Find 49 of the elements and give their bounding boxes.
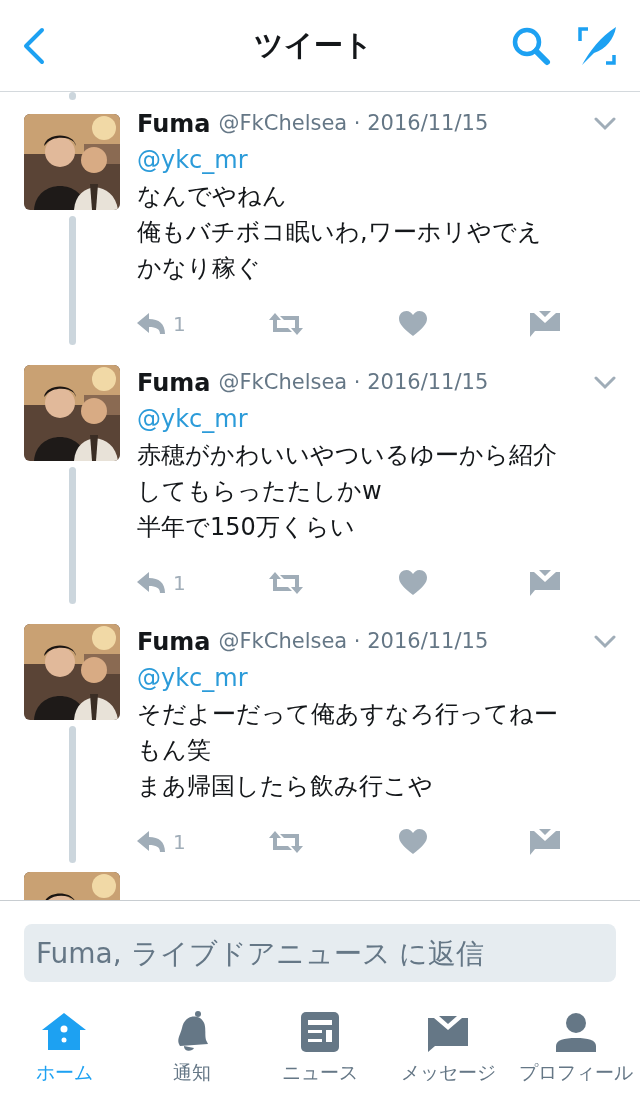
reply-icon[interactable] xyxy=(137,571,167,595)
screen-title: ツイート xyxy=(252,26,374,64)
chevron-down-icon[interactable] xyxy=(594,117,616,131)
retweet-icon[interactable] xyxy=(268,571,304,595)
tweet-text-line: 半年で150万くらい xyxy=(137,512,356,543)
tweet-text-line: なんでやねん xyxy=(137,181,288,212)
back-icon[interactable] xyxy=(22,26,46,65)
user-name[interactable]: Fuma xyxy=(137,106,211,142)
heart-icon[interactable] xyxy=(399,829,427,855)
compose-icon[interactable] xyxy=(576,24,618,67)
message-icon[interactable] xyxy=(530,311,560,337)
tweet-meta: @FkChelsea · 2016/11/15 xyxy=(218,369,489,397)
reply-count: 1 xyxy=(173,570,186,597)
tweet-text-line: かなり稼ぐ xyxy=(137,253,262,284)
heart-icon[interactable] xyxy=(399,311,427,337)
chevron-down-icon[interactable] xyxy=(594,376,616,390)
tweet-meta: @FkChelsea · 2016/11/15 xyxy=(218,628,489,656)
tab[interactable]: ニュース xyxy=(256,1000,384,1099)
user-name[interactable]: Fuma xyxy=(137,624,211,660)
home-icon xyxy=(41,1012,87,1052)
tweet-text-line: 俺もバチボコ眠いわ,ワーホリやでえ xyxy=(137,217,543,248)
retweet-icon[interactable] xyxy=(268,830,304,854)
user-name[interactable]: Fuma xyxy=(137,365,211,401)
message-icon[interactable] xyxy=(530,570,560,596)
tab[interactable]: 通知 xyxy=(128,1000,256,1099)
reply-icon[interactable] xyxy=(137,830,167,854)
mail-icon xyxy=(428,1016,468,1052)
mention-link[interactable]: @ykc_mr xyxy=(137,146,248,174)
tweet-text-line: そだよーだって俺あすなろ行ってねー xyxy=(137,699,559,730)
message-icon[interactable] xyxy=(530,829,560,855)
tab[interactable]: プロフィール xyxy=(512,1000,640,1099)
heart-icon[interactable] xyxy=(399,570,427,596)
tab[interactable]: メッセージ xyxy=(384,1000,512,1099)
retweet-icon[interactable] xyxy=(268,312,304,336)
person-icon xyxy=(556,1012,596,1052)
tweet-meta: @FkChelsea · 2016/11/15 xyxy=(218,110,489,138)
reply-count: 1 xyxy=(173,829,186,856)
news-icon xyxy=(301,1012,339,1052)
reply-icon[interactable] xyxy=(137,312,167,336)
chevron-down-icon[interactable] xyxy=(594,635,616,649)
mention-link[interactable]: @ykc_mr xyxy=(137,405,248,433)
tweet-text-line: もん笑 xyxy=(137,735,212,766)
tweet-text-line: まあ帰国したら飲み行こや xyxy=(137,771,434,802)
mention-link[interactable]: @ykc_mr xyxy=(137,664,248,692)
reply-count: 1 xyxy=(173,311,186,338)
reply-field[interactable]: Fuma, ライブドアニュース に返信 xyxy=(24,924,616,982)
tweet-text-line: してもらったたしかw xyxy=(137,476,383,507)
tweet-text-line: 赤穂がかわいいやついるゆーから紹介 xyxy=(137,440,558,471)
tab[interactable]: ホーム xyxy=(0,1000,128,1099)
